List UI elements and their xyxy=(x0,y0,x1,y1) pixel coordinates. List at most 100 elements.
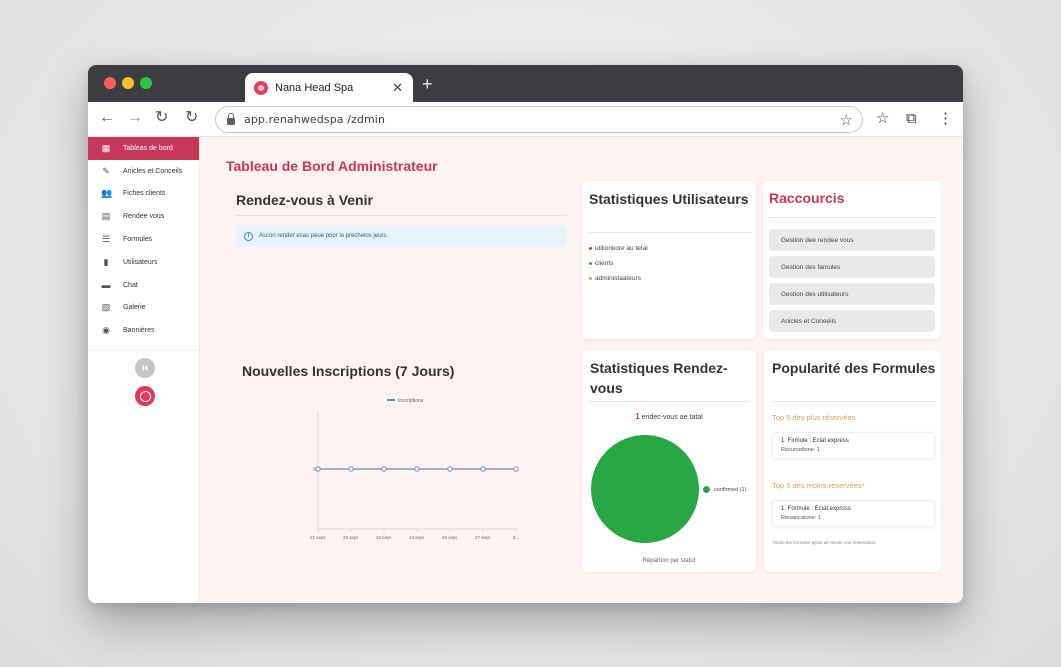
divider xyxy=(236,215,567,216)
popularity-note: *Notre les formules ayant ae renote une … xyxy=(772,540,877,545)
info-alert: i Ascon render esas peue poor le prechel… xyxy=(236,225,567,247)
new-tab-button[interactable]: + xyxy=(422,75,433,93)
divider xyxy=(769,217,935,218)
pie-caption: Répartion per statut xyxy=(642,558,696,564)
legend-label: confirmed (1) xyxy=(714,486,747,493)
main-content: Tableau de Bord Administrateur Rendez-vo… xyxy=(200,137,963,603)
shortcut-button-1[interactable]: Gestion des famules xyxy=(769,256,935,278)
settings-avatar-icon[interactable] xyxy=(135,386,155,406)
url-text[interactable]: app.renahwedspa /zdmin xyxy=(244,113,840,126)
minimize-window-button[interactable] xyxy=(122,77,134,89)
address-bar[interactable]: app.renahwedspa /zdmin ☆ xyxy=(215,106,863,133)
magic-wand-icon: ✎ xyxy=(102,165,110,176)
formula-count: Resuroetione: 1 xyxy=(781,447,820,453)
shortcuts-card: Raccourcis Gestion dee rendee vous Gestio… xyxy=(763,181,941,339)
sidebar-item-label: Chat xyxy=(123,281,138,289)
x-tick-label: 23 sept. xyxy=(343,535,359,540)
data-point xyxy=(381,466,387,472)
x-tick-label: 27 sept. xyxy=(475,535,491,540)
sidebar-item-4[interactable]: ☰ Formules xyxy=(88,228,199,251)
divider xyxy=(772,401,935,402)
users-icon: 👥 xyxy=(101,188,113,199)
sidebar-item-1[interactable]: ✎ Anicles et Conceils xyxy=(88,160,199,183)
forward-arrow-icon[interactable]: → xyxy=(127,109,143,127)
data-point xyxy=(480,466,486,472)
shortcut-button-2[interactable]: Gestion des utilisateurs xyxy=(769,283,935,305)
sidebar-item-6[interactable]: ▬ Chat xyxy=(88,274,199,297)
list-icon: ☰ xyxy=(101,234,111,245)
x-tick-label: 2... xyxy=(513,535,519,540)
x-tick-label: 24 sept. xyxy=(409,535,425,540)
least-booked-label: Top 5 des moins réservées* xyxy=(772,481,865,490)
pie-legend: confirmed (1) xyxy=(703,486,746,493)
most-booked-label: Top 5 des plus réservées xyxy=(772,413,856,422)
sidebar-item-label: Fiches clients xyxy=(123,190,166,198)
back-arrow-icon[interactable]: ← xyxy=(99,109,115,127)
sidebar-item-8[interactable]: ◉ Bannières xyxy=(88,319,199,342)
bullet-icon xyxy=(589,247,592,250)
sidebar-item-7[interactable]: ▧ Galerie xyxy=(88,297,199,320)
data-point xyxy=(414,466,420,472)
sidebar-item-label: Rendee vous xyxy=(123,213,165,221)
least-booked-item: 1. Formule : Eciat expross Riesancatone:… xyxy=(772,500,935,527)
favicon-icon xyxy=(254,80,268,95)
upcoming-appointments-title: Rendez-vous à Venir xyxy=(236,192,373,208)
user-stat-item: utilionkore au tetal xyxy=(589,241,648,256)
sidebar-item-label: Anicles et Conceils xyxy=(123,167,183,175)
shortcuts-title: Raccourcis xyxy=(769,190,845,206)
x-tick-label: 22 sept. xyxy=(310,535,326,540)
page-title: Tableau de Bord Administrateur xyxy=(226,158,438,174)
tab-title: Nana Head Spa xyxy=(275,81,354,94)
data-point xyxy=(315,466,321,472)
user-stat-item: clients xyxy=(589,256,648,271)
info-icon: i xyxy=(244,231,253,241)
appointment-total-label: endec-vous ae tatal xyxy=(641,414,703,421)
appointment-total: 1 endec-vous ae tatal xyxy=(582,412,756,421)
shortcut-button-3[interactable]: Anicles et Coneeils xyxy=(769,310,935,332)
sidebar-item-0[interactable]: ▦ Tableas de bord xyxy=(88,137,199,160)
bullet-icon xyxy=(589,262,592,265)
user-stat-text: utilionkore au tetal xyxy=(595,245,648,252)
sidebar-item-label: Galerie xyxy=(123,304,146,312)
pie-slice-confirmed xyxy=(591,435,699,543)
sidebar-item-label: Bannières xyxy=(123,327,155,335)
close-window-button[interactable] xyxy=(104,77,116,89)
sidebar-item-3[interactable]: ▤ Rendee vous xyxy=(88,205,199,228)
user-stats-title: Statistiques Utilisateurs xyxy=(589,191,749,207)
chat-icon: ▬ xyxy=(101,279,111,290)
appointment-total-number: 1 xyxy=(635,412,640,421)
user-stats-list: utilionkore au tetal clients administaateu… xyxy=(589,241,648,286)
maximize-window-button[interactable] xyxy=(140,77,152,89)
bullet-icon xyxy=(589,277,592,280)
registrations-title: Nouvelles Inscriptions (7 Jours) xyxy=(242,363,455,379)
browser-tab[interactable]: Nana Head Spa ✕ xyxy=(245,73,413,102)
calendar-icon: ▤ xyxy=(101,211,111,222)
menu-dots-icon[interactable]: ⋮ xyxy=(938,110,953,127)
avatar[interactable]: H xyxy=(135,358,155,378)
bookmark-star-icon[interactable]: ☆ xyxy=(840,111,853,129)
divider xyxy=(590,401,750,402)
star-icon[interactable]: ☆ xyxy=(876,110,889,127)
extension-icon[interactable]: ⧉ xyxy=(906,110,917,127)
user-stat-item: administaateurs xyxy=(589,271,648,286)
gallery-icon: ▧ xyxy=(101,302,111,313)
data-point xyxy=(447,466,453,472)
formula-name: 1. Firmule : Eclat express xyxy=(781,438,849,444)
user-stat-text: clients xyxy=(595,260,614,267)
sidebar-item-label: Formules xyxy=(123,236,153,244)
popularity-title: Popularité des Formules xyxy=(772,360,936,376)
sidebar-item-2[interactable]: 👥 Fiches clients xyxy=(88,183,199,206)
shortcut-button-0[interactable]: Gestion dee rendee vous xyxy=(769,229,935,251)
divider xyxy=(589,232,751,233)
reload-icon[interactable]: ↻ xyxy=(155,109,168,127)
formula-name: 1. Formule : Eciat expross xyxy=(781,506,851,512)
most-booked-item: 1. Firmule : Eclat express Resuroetione:… xyxy=(772,432,935,459)
reload-icon[interactable]: ↻ xyxy=(185,109,198,127)
sidebar-item-5[interactable]: ▮ Utilisateurs xyxy=(88,251,199,274)
tab-bar: Nana Head Spa ✕ + xyxy=(88,65,963,102)
data-point xyxy=(348,466,354,472)
tab-close-icon[interactable]: ✕ xyxy=(392,80,403,96)
lock-icon xyxy=(227,113,235,125)
legend-label: Inscriptions xyxy=(398,398,424,404)
browser-toolbar: ← → ↻ ↻ app.renahwedspa /zdmin ☆ ☆ ⧉ ⋮ xyxy=(88,102,963,137)
